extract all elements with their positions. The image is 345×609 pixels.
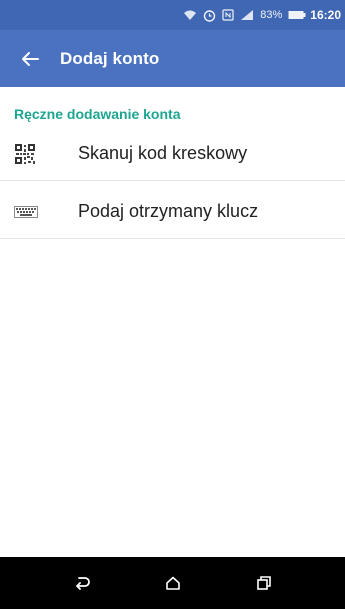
wifi-icon	[183, 9, 197, 21]
qr-code-icon	[14, 142, 58, 165]
status-clock: 16:20	[310, 8, 341, 22]
content-area: Ręczne dodawanie konta Skanuj kod kresko…	[0, 87, 345, 557]
navigation-bar	[0, 557, 345, 609]
battery-percent: 83%	[260, 9, 283, 21]
alarm-icon	[203, 9, 216, 22]
keyboard-icon	[14, 205, 58, 218]
battery-icon	[288, 10, 306, 20]
status-bar: 83% 16:20	[0, 0, 345, 30]
page-title: Dodaj konto	[60, 48, 160, 68]
back-icon[interactable]	[62, 563, 102, 603]
recents-icon[interactable]	[244, 563, 284, 603]
scan-barcode-label: Skanuj kod kreskowy	[78, 143, 248, 163]
enter-key-item[interactable]: Podaj otrzymany klucz	[0, 185, 345, 239]
scan-barcode-item[interactable]: Skanuj kod kreskowy	[0, 127, 345, 181]
enter-key-label: Podaj otrzymany klucz	[78, 201, 259, 221]
app-bar: Dodaj konto	[0, 30, 345, 87]
section-header: Ręczne dodawanie konta	[14, 106, 181, 122]
signal-icon	[240, 9, 254, 21]
screen: 83% 16:20 Dodaj konto Ręczne dodawanie k…	[0, 0, 345, 609]
arrow-left-icon[interactable]	[18, 47, 42, 71]
status-icons: 83%	[183, 9, 306, 22]
nfc-icon	[222, 9, 234, 21]
home-icon[interactable]	[153, 563, 193, 603]
